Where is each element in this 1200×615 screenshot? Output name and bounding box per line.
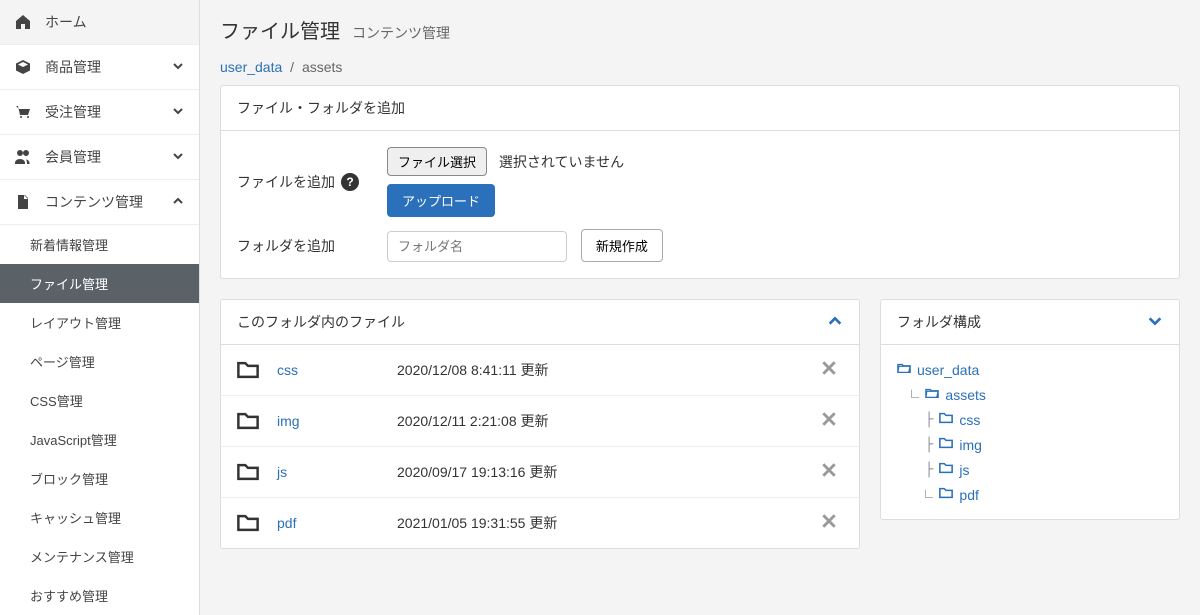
- delete-icon[interactable]: [815, 411, 843, 432]
- chevron-down-icon[interactable]: [1147, 313, 1163, 332]
- sub-recommend[interactable]: おすすめ管理: [0, 576, 199, 615]
- sub-file-management[interactable]: ファイル管理: [0, 264, 199, 303]
- folder-icon: [237, 410, 277, 432]
- file-date: 2020/12/08 8:41:11 更新: [397, 360, 815, 380]
- nav-members[interactable]: 会員管理: [0, 135, 199, 180]
- folder-name-input[interactable]: [387, 231, 567, 262]
- file-date: 2020/12/11 2:21:08 更新: [397, 411, 815, 431]
- sub-page[interactable]: ページ管理: [0, 342, 199, 381]
- tree-item[interactable]: ∟ pdf: [897, 482, 1163, 507]
- tree-item[interactable]: ├ js: [897, 457, 1163, 482]
- sub-cache[interactable]: キャッシュ管理: [0, 498, 199, 537]
- sub-news[interactable]: 新着情報管理: [0, 225, 199, 264]
- chevron-down-icon: [172, 149, 184, 165]
- cube-icon: [15, 59, 35, 75]
- chevron-down-icon: [172, 104, 184, 120]
- file-row: img 2020/12/11 2:21:08 更新: [221, 395, 859, 446]
- file-select-status: 選択されていません: [499, 154, 624, 170]
- nav-label: 会員管理: [45, 147, 101, 167]
- folder-icon: [237, 461, 277, 483]
- sub-js[interactable]: JavaScript管理: [0, 420, 199, 459]
- file-link[interactable]: css: [277, 362, 298, 378]
- folder-icon: [237, 512, 277, 534]
- users-icon: [15, 149, 35, 165]
- file-date: 2020/09/17 19:13:16 更新: [397, 462, 815, 482]
- home-icon: [15, 14, 35, 30]
- sub-maintenance[interactable]: メンテナンス管理: [0, 537, 199, 576]
- cart-icon: [15, 104, 35, 120]
- file-link[interactable]: img: [277, 413, 300, 429]
- main-content: ファイル管理 コンテンツ管理 user_data / assets ファイル・フ…: [200, 0, 1200, 615]
- page-header: ファイル管理 コンテンツ管理: [220, 15, 1180, 44]
- chevron-up-icon: [172, 194, 184, 210]
- add-panel: ファイル・フォルダを追加 ファイルを追加 ? ファイル選択 選択されていません …: [220, 85, 1180, 279]
- upload-button[interactable]: アップロード: [387, 184, 495, 217]
- tree-root[interactable]: user_data: [897, 357, 1163, 382]
- files-panel-title: このフォルダ内のファイル: [237, 312, 405, 332]
- breadcrumb-sep: /: [290, 59, 294, 75]
- tree-branch: ├: [925, 412, 933, 428]
- folder-icon: [939, 486, 953, 503]
- tree-item[interactable]: ∟ assets: [897, 382, 1163, 407]
- file-select-button[interactable]: ファイル選択: [387, 147, 487, 176]
- nav-label: 受注管理: [45, 102, 101, 122]
- chevron-down-icon: [172, 59, 184, 75]
- breadcrumb-current: assets: [302, 59, 342, 75]
- nav-label: ホーム: [45, 12, 87, 32]
- folder-icon: [939, 411, 953, 428]
- nav-products[interactable]: 商品管理: [0, 45, 199, 90]
- tree-item[interactable]: ├ img: [897, 432, 1163, 457]
- nav-label: コンテンツ管理: [45, 192, 143, 212]
- tree-link[interactable]: img: [959, 437, 982, 453]
- folder-add-label: フォルダを追加: [237, 236, 335, 256]
- sidebar: ホーム 商品管理 受注管理 会員管理 コンテンツ管理 新着情報管理 ファイル管理…: [0, 0, 200, 615]
- nav-content[interactable]: コンテンツ管理: [0, 180, 199, 225]
- tree-link[interactable]: js: [959, 462, 969, 478]
- delete-icon[interactable]: [815, 360, 843, 381]
- folder-create-button[interactable]: 新規作成: [581, 229, 663, 262]
- folder-open-icon: [925, 386, 939, 403]
- chevron-up-icon[interactable]: [827, 313, 843, 332]
- help-icon[interactable]: ?: [341, 173, 359, 191]
- tree-branch: ├: [925, 437, 933, 453]
- page-subtitle: コンテンツ管理: [352, 23, 450, 43]
- delete-icon[interactable]: [815, 462, 843, 483]
- tree-link[interactable]: assets: [945, 387, 985, 403]
- tree-link[interactable]: user_data: [917, 362, 979, 378]
- folder-open-icon: [897, 361, 911, 378]
- file-icon: [15, 194, 35, 210]
- tree-panel-title: フォルダ構成: [897, 312, 981, 332]
- sub-layout[interactable]: レイアウト管理: [0, 303, 199, 342]
- folder-icon: [237, 359, 277, 381]
- tree-branch: ├: [925, 462, 933, 478]
- folder-icon: [939, 436, 953, 453]
- nav-label: 商品管理: [45, 57, 101, 77]
- file-row: js 2020/09/17 19:13:16 更新: [221, 446, 859, 497]
- file-date: 2021/01/05 19:31:55 更新: [397, 513, 815, 533]
- nav-orders[interactable]: 受注管理: [0, 90, 199, 135]
- page-title: ファイル管理: [220, 15, 340, 44]
- file-link[interactable]: pdf: [277, 515, 296, 531]
- file-row: css 2020/12/08 8:41:11 更新: [221, 345, 859, 395]
- files-panel: このフォルダ内のファイル css 2020/12/08 8:41:11 更新 i…: [220, 299, 860, 549]
- tree-branch: ∟: [911, 387, 919, 403]
- tree-link[interactable]: pdf: [959, 487, 978, 503]
- subnav: 新着情報管理 ファイル管理 レイアウト管理 ページ管理 CSS管理 JavaSc…: [0, 225, 199, 615]
- breadcrumb-root[interactable]: user_data: [220, 59, 282, 75]
- sub-css[interactable]: CSS管理: [0, 381, 199, 420]
- add-panel-title: ファイル・フォルダを追加: [221, 86, 1179, 131]
- folder-icon: [939, 461, 953, 478]
- nav-home[interactable]: ホーム: [0, 0, 199, 45]
- sub-block[interactable]: ブロック管理: [0, 459, 199, 498]
- file-add-label: ファイルを追加: [237, 172, 335, 192]
- file-row: pdf 2021/01/05 19:31:55 更新: [221, 497, 859, 548]
- tree-link[interactable]: css: [959, 412, 980, 428]
- tree-item[interactable]: ├ css: [897, 407, 1163, 432]
- breadcrumb: user_data / assets: [220, 59, 1180, 75]
- file-link[interactable]: js: [277, 464, 287, 480]
- tree-branch: ∟: [925, 487, 933, 503]
- delete-icon[interactable]: [815, 513, 843, 534]
- tree-panel: フォルダ構成 user_data ∟ assets ├: [880, 299, 1180, 520]
